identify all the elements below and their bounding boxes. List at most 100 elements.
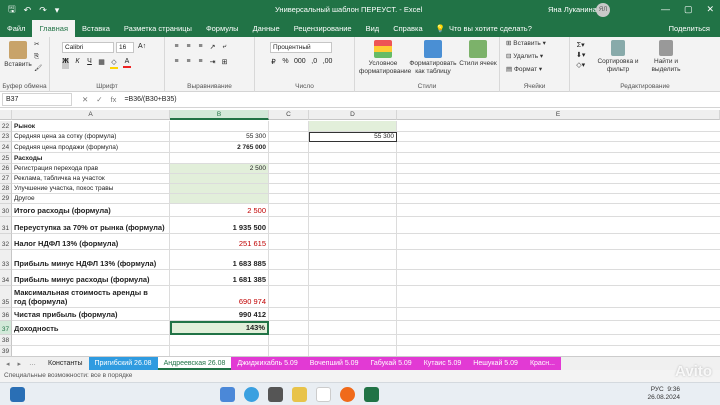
cell-b[interactable]	[170, 184, 269, 194]
fill-icon[interactable]: ⬇▾	[576, 51, 585, 59]
cell-d[interactable]	[309, 286, 397, 308]
cell-d[interactable]	[309, 321, 397, 335]
row-header[interactable]: 27	[0, 174, 12, 184]
next-sheet-icon[interactable]: ▸	[18, 360, 22, 368]
cell-b[interactable]: 251 615	[170, 234, 269, 250]
insert-function-icon[interactable]: fx	[111, 95, 117, 104]
cell-a[interactable]: Переуступка за 70% от рынка (формула)	[12, 217, 170, 234]
cell-b[interactable]: 2 765 000	[170, 142, 269, 153]
wrap-text-icon[interactable]: ⤶	[221, 43, 228, 51]
cell-a[interactable]: Улучшение участка, покос травы	[12, 184, 170, 194]
format-painter-icon[interactable]: 🖌	[34, 65, 42, 73]
decrease-decimal-icon[interactable]: ,00	[323, 58, 333, 66]
widgets-icon[interactable]	[220, 387, 235, 402]
find-select-button[interactable]: Найти и выделить	[644, 40, 688, 74]
tab-insert[interactable]: Вставка	[75, 20, 117, 37]
font-name-select[interactable]: Calibri	[62, 42, 114, 53]
tab-data[interactable]: Данные	[246, 20, 287, 37]
cell-b[interactable]	[170, 346, 269, 356]
autosum-icon[interactable]: Σ▾	[576, 41, 585, 49]
cell-e[interactable]	[397, 142, 720, 153]
percent-icon[interactable]: %	[282, 58, 289, 66]
sheet-tab[interactable]: Пригибский 26.08	[88, 357, 158, 370]
prev-sheet-icon[interactable]: ◂	[6, 360, 10, 368]
cell-c[interactable]	[269, 234, 309, 250]
file-explorer-icon[interactable]	[292, 387, 307, 402]
row-header[interactable]: 24	[0, 142, 12, 153]
cell-d[interactable]	[309, 204, 397, 217]
select-all-corner[interactable]	[0, 110, 12, 120]
cell-d[interactable]	[309, 174, 397, 184]
yandex-icon[interactable]	[340, 387, 355, 402]
row-header[interactable]: 28	[0, 184, 12, 194]
tab-formulas[interactable]: Формулы	[199, 20, 246, 37]
row-header[interactable]: 33	[0, 250, 12, 270]
cell-a[interactable]	[12, 335, 170, 346]
copy-icon[interactable]: ⎘	[34, 53, 39, 61]
clear-icon[interactable]: ◇▾	[576, 61, 585, 69]
align-left-icon[interactable]: ≡	[173, 58, 180, 66]
cell-a[interactable]: Расходы	[12, 153, 170, 164]
cell-a[interactable]: Регистрация перехода прав	[12, 164, 170, 174]
accessibility-status[interactable]: Специальные возможности: все в порядке	[4, 372, 132, 379]
cell-b[interactable]	[170, 194, 269, 204]
sheet-tab[interactable]: Джиджихабль 5.09	[231, 357, 304, 370]
cell-b[interactable]: 2 500	[170, 164, 269, 174]
cell-styles-button[interactable]: Стили ячеек	[459, 40, 497, 68]
cell-b[interactable]: 55 300	[170, 132, 269, 142]
cell-c[interactable]	[269, 321, 309, 335]
cell-d[interactable]	[309, 121, 397, 132]
active-cell[interactable]: 143%	[170, 321, 269, 335]
row-header[interactable]: 30	[0, 204, 12, 217]
cell-e[interactable]	[397, 217, 720, 234]
sheet-tab[interactable]: Кутаис 5.09	[417, 357, 468, 370]
close-button[interactable]: ✕	[706, 4, 714, 15]
row-header[interactable]: 34	[0, 270, 12, 286]
cell-d[interactable]	[309, 346, 397, 356]
cell-c[interactable]	[269, 132, 309, 142]
font-color-icon[interactable]: A	[123, 58, 131, 69]
cell-a[interactable]: Итого расходы (формула)	[12, 204, 170, 217]
format-cells-button[interactable]: ▤ Формат ▾	[506, 66, 542, 74]
cell-e[interactable]	[397, 204, 720, 217]
cell-b[interactable]	[170, 174, 269, 184]
cell-c[interactable]	[269, 184, 309, 194]
cell-e[interactable]	[397, 286, 720, 308]
sort-filter-button[interactable]: Сортировка и фильтр	[596, 40, 640, 74]
cut-icon[interactable]: ✂	[34, 41, 39, 49]
cell-e[interactable]	[397, 335, 720, 346]
system-tray[interactable]: РУС 9:36 26.08.2024	[647, 386, 680, 402]
cell-d[interactable]	[309, 142, 397, 153]
font-size-select[interactable]: 16	[116, 42, 134, 53]
cell-e[interactable]	[397, 184, 720, 194]
fill-color-icon[interactable]: ◇	[110, 58, 118, 69]
align-bottom-icon[interactable]: ≡	[197, 43, 204, 51]
italic-button[interactable]: К	[74, 58, 81, 69]
cell-c[interactable]	[269, 217, 309, 234]
sheet-tab[interactable]: Вочепший 5.09	[303, 357, 365, 370]
cell-c[interactable]	[269, 153, 309, 164]
cell-c[interactable]	[269, 174, 309, 184]
cell-e[interactable]	[397, 250, 720, 270]
cell-d[interactable]	[309, 308, 397, 321]
row-header[interactable]: 35	[0, 286, 12, 308]
indent-icon[interactable]: ⇥	[209, 58, 216, 66]
customize-qat-icon[interactable]: ▾	[55, 5, 60, 16]
comma-style-icon[interactable]: 000	[294, 58, 306, 66]
row-header[interactable]: 23	[0, 132, 12, 142]
excel-icon[interactable]	[364, 387, 379, 402]
cell-a[interactable]: Реклама, табличка на участок	[12, 174, 170, 184]
save-icon[interactable]: 🖫	[8, 2, 16, 18]
cell-e[interactable]	[397, 164, 720, 174]
cell-b[interactable]: 1 681 385	[170, 270, 269, 286]
row-header[interactable]: 39	[0, 346, 12, 356]
cell-d[interactable]: 55 300	[309, 132, 397, 142]
row-header[interactable]: 22	[0, 121, 12, 132]
user-name[interactable]: Яна Луканина	[548, 5, 597, 14]
row-header[interactable]: 38	[0, 335, 12, 346]
cell-e[interactable]	[397, 308, 720, 321]
tab-review[interactable]: Рецензирование	[287, 20, 359, 37]
row-header[interactable]: 26	[0, 164, 12, 174]
cell-a[interactable]: Чистая прибыль (формула)	[12, 308, 170, 321]
column-header-a[interactable]: A	[12, 110, 170, 120]
